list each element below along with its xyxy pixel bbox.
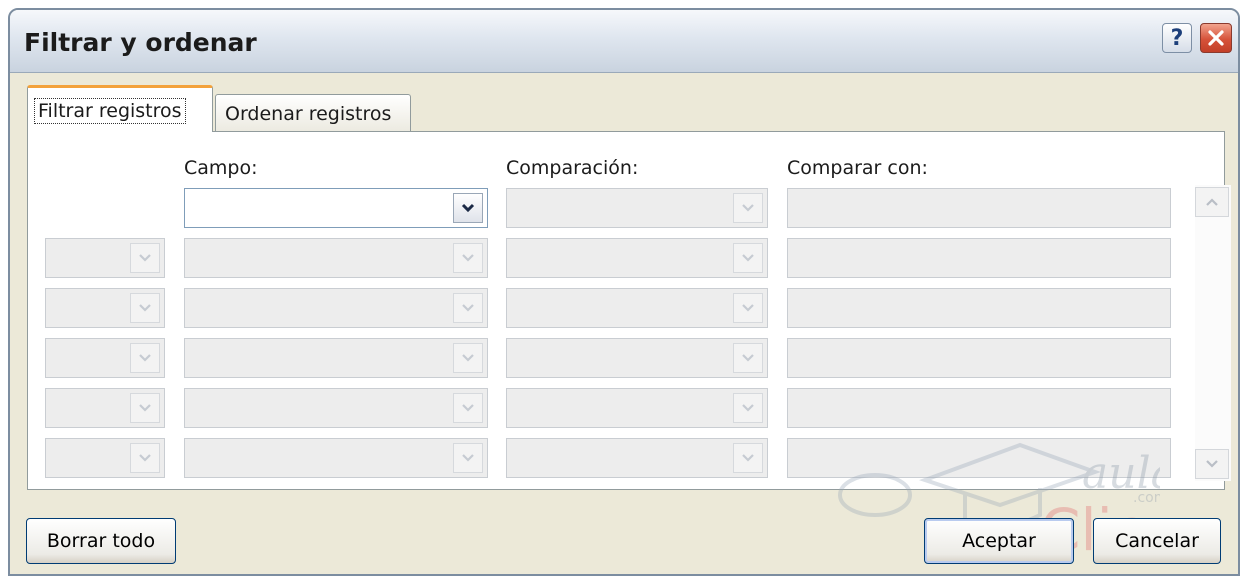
chevron-down-icon [1206,460,1218,468]
compare-with-column-header: Comparar con: [787,157,928,179]
cancel-button[interactable]: Cancelar [1093,518,1221,564]
compare-with-input[interactable] [787,188,1171,228]
logic-operator-dropdown[interactable] [45,338,165,378]
dropdown-arrow-button[interactable] [453,293,483,323]
field-dropdown[interactable] [184,238,488,278]
scroll-up-button[interactable] [1195,187,1229,217]
field-dropdown[interactable] [184,438,488,478]
close-button[interactable] [1200,23,1232,53]
dropdown-arrow-button[interactable] [733,243,763,273]
tab-sort-records[interactable]: Ordenar registros [215,94,411,132]
chevron-down-icon [462,354,474,362]
dropdown-arrow-button[interactable] [733,393,763,423]
dropdown-arrow-button[interactable] [453,393,483,423]
tab-filter-records[interactable]: Filtrar registros [27,85,213,132]
compare-with-input[interactable] [787,288,1171,328]
dropdown-arrow-button[interactable] [453,443,483,473]
chevron-down-icon [742,404,754,412]
clear-all-label: Borrar todo [46,530,156,552]
comparison-column-header: Comparación: [506,157,639,179]
chevron-down-icon [742,454,754,462]
comparison-dropdown[interactable] [506,388,768,428]
chevron-down-icon [462,254,474,262]
chevron-down-icon [139,354,151,362]
chevron-down-icon [139,304,151,312]
help-button[interactable]: ? [1162,23,1192,53]
chevron-down-icon [139,254,151,262]
dropdown-arrow-button[interactable] [453,193,483,223]
dropdown-arrow-button[interactable] [733,343,763,373]
dropdown-arrow-button[interactable] [733,293,763,323]
clear-all-button[interactable]: Borrar todo [26,518,176,564]
logic-operator-dropdown[interactable] [45,238,165,278]
field-dropdown[interactable] [184,288,488,328]
comparison-dropdown[interactable] [506,188,768,228]
dropdown-arrow-button[interactable] [130,243,160,273]
compare-with-input[interactable] [787,238,1171,278]
ok-label: Aceptar [962,530,1036,552]
chevron-down-icon [462,454,474,462]
logic-operator-dropdown[interactable] [45,288,165,328]
chevron-down-icon [139,404,151,412]
dialog-title: Filtrar y ordenar [24,28,257,57]
field-column-header: Campo: [184,157,258,179]
title-bar: Filtrar y ordenar ? [10,10,1238,73]
cancel-label: Cancelar [1115,530,1199,552]
chevron-down-icon [462,404,474,412]
comparison-dropdown[interactable] [506,338,768,378]
chevron-down-icon [742,204,754,212]
chevron-down-icon [461,203,475,213]
dropdown-arrow-button[interactable] [733,443,763,473]
comparison-dropdown[interactable] [506,288,768,328]
chevron-down-icon [742,254,754,262]
comparison-dropdown[interactable] [506,438,768,478]
chevron-down-icon [139,454,151,462]
chevron-down-icon [462,304,474,312]
dropdown-arrow-button[interactable] [453,343,483,373]
field-dropdown[interactable] [184,338,488,378]
dropdown-arrow-button[interactable] [733,193,763,223]
dropdown-arrow-button[interactable] [453,243,483,273]
logic-operator-dropdown[interactable] [45,388,165,428]
scroll-down-button[interactable] [1195,449,1229,479]
compare-with-input[interactable] [787,338,1171,378]
comparison-dropdown[interactable] [506,238,768,278]
logic-operator-dropdown[interactable] [45,438,165,478]
field-dropdown[interactable] [184,188,488,228]
dropdown-arrow-button[interactable] [130,393,160,423]
filter-sort-dialog: Filtrar y ordenar ? Filtrar registros Or… [8,8,1240,576]
field-dropdown[interactable] [184,388,488,428]
tab-sort-records-label: Ordenar registros [225,103,392,125]
close-icon [1208,30,1224,46]
chevron-down-icon [742,354,754,362]
scrollbar-track[interactable] [1195,185,1231,481]
tab-filter-records-label: Filtrar registros [34,98,186,124]
dropdown-arrow-button[interactable] [130,343,160,373]
chevron-down-icon [742,304,754,312]
ok-button[interactable]: Aceptar [924,518,1074,564]
chevron-up-icon [1206,198,1218,206]
dropdown-arrow-button[interactable] [130,443,160,473]
dropdown-arrow-button[interactable] [130,293,160,323]
